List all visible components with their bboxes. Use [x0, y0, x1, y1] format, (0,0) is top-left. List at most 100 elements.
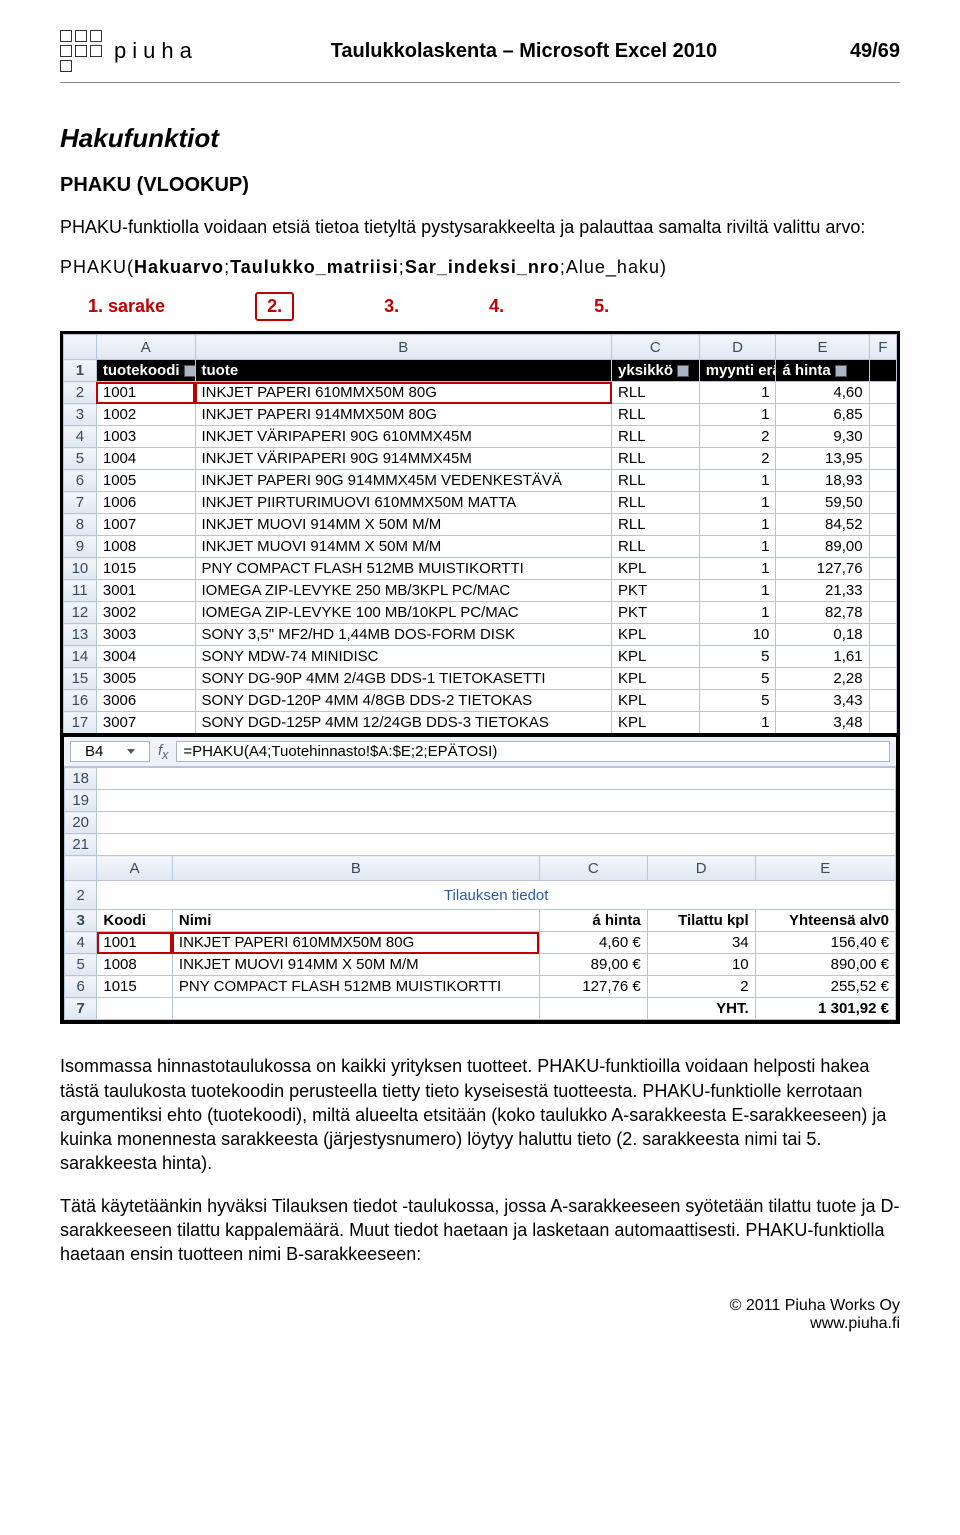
cell-koodi[interactable]: 1001	[97, 932, 173, 954]
cell-unit[interactable]: KPL	[612, 624, 700, 646]
cell-ahinta[interactable]: 4,60 €	[539, 932, 647, 954]
cell-unit[interactable]: PKT	[612, 580, 700, 602]
cell-code[interactable]: 1003	[96, 426, 195, 448]
cell-name[interactable]: SONY DGD-125P 4MM 12/24GB DDS-3 TIETOKAS	[195, 712, 612, 734]
cell-price[interactable]: 1,61	[776, 646, 869, 668]
rowhead[interactable]: 4	[65, 932, 97, 954]
cell-empty[interactable]	[869, 404, 896, 426]
cell-empty[interactable]	[869, 470, 896, 492]
cell-code[interactable]: 1002	[96, 404, 195, 426]
cell-qty[interactable]: 1	[699, 536, 776, 558]
chevron-down-icon[interactable]	[127, 749, 135, 754]
cell-unit[interactable]: KPL	[612, 690, 700, 712]
cell-code[interactable]: 3005	[96, 668, 195, 690]
rowhead[interactable]: 19	[65, 790, 97, 812]
rowhead[interactable]: 2	[65, 881, 97, 910]
cell-code[interactable]: 1006	[96, 492, 195, 514]
cell-empty[interactable]	[869, 558, 896, 580]
cell-code[interactable]: 3002	[96, 602, 195, 624]
cell-unit[interactable]: KPL	[612, 668, 700, 690]
cell-unit[interactable]: RLL	[612, 536, 700, 558]
cell-qty[interactable]: 1	[699, 492, 776, 514]
cell-nimi[interactable]: PNY COMPACT FLASH 512MB MUISTIKORTTI	[172, 976, 539, 998]
cell-koodi[interactable]: 1008	[97, 954, 173, 976]
cell-empty[interactable]	[869, 580, 896, 602]
rowhead[interactable]: 2	[64, 382, 97, 404]
col-A[interactable]: A	[97, 856, 173, 881]
cell-nimi[interactable]: INKJET MUOVI 914MM X 50M M/M	[172, 954, 539, 976]
cell-name[interactable]: SONY MDW-74 MINIDISC	[195, 646, 612, 668]
cell-code[interactable]: 1015	[96, 558, 195, 580]
cell-name[interactable]: INKJET PAPERI 90G 914MMX45M VEDENKESTÄVÄ	[195, 470, 612, 492]
cell-price[interactable]: 18,93	[776, 470, 869, 492]
rowhead[interactable]: 16	[64, 690, 97, 712]
rowhead[interactable]: 5	[64, 448, 97, 470]
cell-qty[interactable]: 1	[699, 382, 776, 404]
cell-koodi[interactable]: 1015	[97, 976, 173, 998]
cell-yhteensa[interactable]: 890,00 €	[755, 954, 895, 976]
hdr-myynti[interactable]: myynti erä	[699, 360, 776, 382]
filter-icon[interactable]	[677, 365, 689, 377]
cell-code[interactable]: 1007	[96, 514, 195, 536]
cell-nimi[interactable]: INKJET PAPERI 610MMX50M 80G	[172, 932, 539, 954]
cell-price[interactable]: 3,48	[776, 712, 869, 734]
cell-qty[interactable]: 1	[699, 602, 776, 624]
rowhead[interactable]: 9	[64, 536, 97, 558]
rowhead[interactable]: 3	[64, 404, 97, 426]
cell-tilattu[interactable]: 34	[647, 932, 755, 954]
cell-unit[interactable]: RLL	[612, 514, 700, 536]
cell-unit[interactable]: PKT	[612, 602, 700, 624]
cell-price[interactable]: 4,60	[776, 382, 869, 404]
cell-qty[interactable]: 1	[699, 712, 776, 734]
cell-qty[interactable]: 1	[699, 558, 776, 580]
hdr-tuotekoodi[interactable]: tuotekoodi	[96, 360, 195, 382]
rowhead[interactable]: 1	[64, 360, 97, 382]
rowhead[interactable]: 11	[64, 580, 97, 602]
rowhead[interactable]: 6	[64, 470, 97, 492]
rowhead[interactable]: 21	[65, 834, 97, 856]
corner-cell[interactable]	[65, 856, 97, 881]
cell-yhteensa[interactable]: 255,52 €	[755, 976, 895, 998]
hdr-yksikko[interactable]: yksikkö	[612, 360, 700, 382]
rowhead[interactable]: 4	[64, 426, 97, 448]
cell-name[interactable]: SONY DG-90P 4MM 2/4GB DDS-1 TIETOKASETTI	[195, 668, 612, 690]
cell-empty[interactable]	[869, 646, 896, 668]
cell-name[interactable]: INKJET MUOVI 914MM X 50M M/M	[195, 514, 612, 536]
cell-empty[interactable]	[869, 514, 896, 536]
corner-cell[interactable]	[64, 335, 97, 360]
col-E[interactable]: E	[776, 335, 869, 360]
hdr-koodi[interactable]: Koodi	[97, 910, 173, 932]
cell-price[interactable]: 82,78	[776, 602, 869, 624]
cell-code[interactable]: 1005	[96, 470, 195, 492]
cell-code[interactable]: 1004	[96, 448, 195, 470]
rowhead[interactable]: 5	[65, 954, 97, 976]
cell-name[interactable]: IOMEGA ZIP-LEVYKE 250 MB/3KPL PC/MAC	[195, 580, 612, 602]
cell-qty[interactable]: 1	[699, 514, 776, 536]
col-C[interactable]: C	[612, 335, 700, 360]
cell-qty[interactable]: 2	[699, 426, 776, 448]
cell-unit[interactable]: RLL	[612, 492, 700, 514]
filter-icon[interactable]	[184, 365, 195, 377]
footer-label[interactable]: YHT.	[647, 998, 755, 1020]
rowhead[interactable]: 6	[65, 976, 97, 998]
cell-price[interactable]: 84,52	[776, 514, 869, 536]
filter-icon[interactable]	[835, 365, 847, 377]
col-A[interactable]: A	[96, 335, 195, 360]
rowhead[interactable]: 17	[64, 712, 97, 734]
cell-code[interactable]: 3003	[96, 624, 195, 646]
cell-price[interactable]: 9,30	[776, 426, 869, 448]
rowhead[interactable]: 20	[65, 812, 97, 834]
cell-price[interactable]: 127,76	[776, 558, 869, 580]
cell-name[interactable]: INKJET VÄRIPAPERI 90G 610MMX45M	[195, 426, 612, 448]
rowhead[interactable]: 3	[65, 910, 97, 932]
hdr-ahinta[interactable]: á hinta	[539, 910, 647, 932]
cell-name[interactable]: IOMEGA ZIP-LEVYKE 100 MB/10KPL PC/MAC	[195, 602, 612, 624]
cell-unit[interactable]: RLL	[612, 470, 700, 492]
footer-total[interactable]: 1 301,92 €	[755, 998, 895, 1020]
hdr-tilattu[interactable]: Tilattu kpl	[647, 910, 755, 932]
cell-unit[interactable]: RLL	[612, 404, 700, 426]
col-D[interactable]: D	[647, 856, 755, 881]
cell-code[interactable]: 3007	[96, 712, 195, 734]
cell-empty[interactable]	[869, 382, 896, 404]
cell-empty[interactable]	[869, 624, 896, 646]
